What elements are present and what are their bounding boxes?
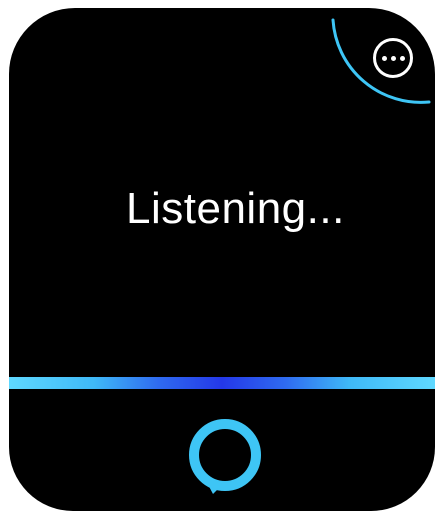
more-dot-icon xyxy=(381,55,387,61)
listening-status-text: Listening... xyxy=(126,184,345,233)
listening-indicator-bar xyxy=(9,377,435,389)
more-dot-icon xyxy=(390,55,396,61)
more-dot-icon xyxy=(399,55,405,61)
watch-screen: Listening... xyxy=(9,8,435,511)
alexa-logo-icon[interactable] xyxy=(183,416,267,500)
more-options-button[interactable] xyxy=(373,38,413,78)
